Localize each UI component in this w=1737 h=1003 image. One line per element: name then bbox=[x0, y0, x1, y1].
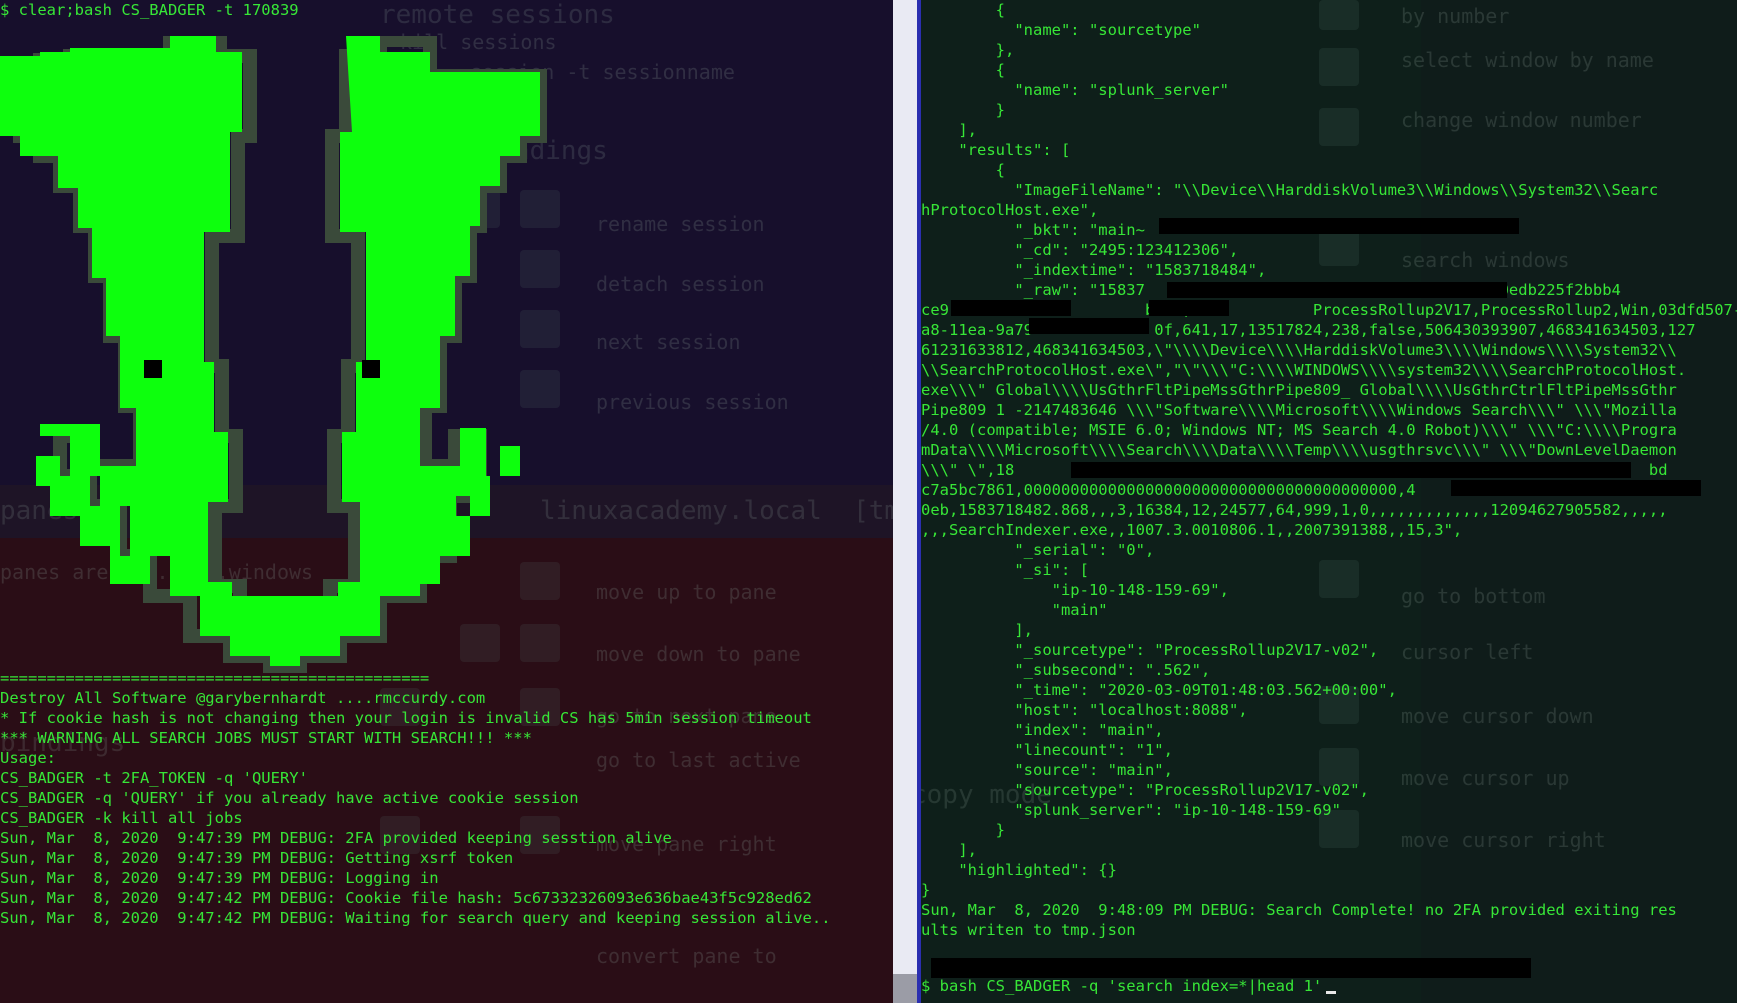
json-output-line: ], bbox=[921, 841, 977, 859]
left-terminal-pane[interactable]: remote sessions kill sessions session -t… bbox=[0, 0, 893, 1003]
json-output-line: { bbox=[921, 61, 1005, 79]
json-output-line: }, bbox=[921, 41, 1015, 59]
left-terminal-output: ========================================… bbox=[0, 668, 831, 928]
json-output-line: mData\\\\Microsoft\\\\Search\\\\Data\\\\… bbox=[921, 441, 1677, 459]
badger-left-eye bbox=[144, 360, 162, 378]
json-output-line: ults writen to tmp.json bbox=[921, 921, 1136, 939]
cookie-warning-line: * If cookie hash is not changing then yo… bbox=[0, 709, 812, 727]
json-output-line: } bbox=[921, 821, 1005, 839]
redaction-bar bbox=[1071, 462, 1631, 478]
debug-line: Sun, Mar 8, 2020 9:47:39 PM DEBUG: 2FA p… bbox=[0, 829, 672, 847]
usage-kill-line: CS_BADGER -k kill all jobs bbox=[0, 809, 243, 827]
command-line: $ clear;bash CS_BADGER -t 170839 bbox=[0, 1, 299, 19]
debug-line: Sun, Mar 8, 2020 9:47:39 PM DEBUG: Loggi… bbox=[0, 869, 439, 887]
json-output-line: /4.0 (compatible; MSIE 6.0; Windows NT; … bbox=[921, 421, 1677, 439]
left-scrollbar-thumb[interactable] bbox=[893, 974, 917, 1003]
debug-line: Sun, Mar 8, 2020 9:47:39 PM DEBUG: Getti… bbox=[0, 849, 514, 867]
debug-line: Sun, Mar 8, 2020 9:47:42 PM DEBUG: Cooki… bbox=[0, 889, 812, 907]
search-warning-line: *** WARNING ALL SEARCH JOBS MUST START W… bbox=[0, 729, 532, 747]
bg-detach-session: detach session bbox=[596, 272, 765, 296]
json-output-line: "_si": [ bbox=[921, 561, 1089, 579]
json-output-line: } bbox=[921, 101, 1005, 119]
json-output-line: 61231633812,468341634503,\"\\\\Device\\\… bbox=[921, 341, 1677, 359]
json-output-line: "name": "splunk_server" bbox=[921, 81, 1229, 99]
redaction-bar bbox=[951, 300, 1071, 316]
credit-line: Destroy All Software @garybernhardt ....… bbox=[0, 689, 486, 707]
json-output-line: "ImageFileName": "\\Device\\HarddiskVolu… bbox=[921, 181, 1659, 199]
prompt-text: $ bash CS_BADGER -q 'search index=*|head… bbox=[921, 977, 1323, 995]
redaction-bar bbox=[931, 958, 1531, 978]
json-output-line: "sourcetype": "ProcessRollup2V17-v02", bbox=[921, 781, 1369, 799]
json-output-line: "main" bbox=[921, 601, 1108, 619]
debug-line: Sun, Mar 8, 2020 9:47:42 PM DEBUG: Waiti… bbox=[0, 909, 831, 927]
redaction-bar bbox=[1167, 282, 1507, 298]
json-output-line: "linecount": "1", bbox=[921, 741, 1173, 759]
json-output-line: { bbox=[921, 1, 1005, 19]
bg-rename-session: rename session bbox=[596, 212, 765, 236]
json-output-line: ], bbox=[921, 621, 1033, 639]
bg-move-down: move down to pane bbox=[596, 642, 801, 666]
redaction-bar bbox=[1159, 218, 1519, 234]
pane-divider[interactable] bbox=[893, 0, 917, 1003]
bg-remote-sessions: remote sessions bbox=[380, 0, 615, 30]
redaction-bar bbox=[1029, 318, 1149, 334]
json-output-line: { bbox=[921, 161, 1005, 179]
redaction-bar bbox=[1451, 480, 1701, 496]
json-output-line: "index": "main", bbox=[921, 721, 1164, 739]
json-output-line: } bbox=[921, 881, 931, 899]
separator-line: ========================================… bbox=[0, 669, 430, 687]
json-output-line: \\SearchProtocolHost.exe\","\"\\\"C:\\\\… bbox=[921, 361, 1687, 379]
bg-next-session: next session bbox=[596, 330, 741, 354]
json-output-line: "_subsecond": ".562", bbox=[921, 661, 1211, 679]
bg-move-up: move up to pane bbox=[596, 580, 777, 604]
json-output-line: "_cd": "2495:123412306", bbox=[921, 241, 1239, 259]
right-terminal-pane[interactable]: select window by name change window numb… bbox=[921, 0, 1737, 1003]
text-cursor bbox=[1326, 991, 1337, 994]
json-output-line: "name": "sourcetype" bbox=[921, 21, 1201, 39]
redaction-bar bbox=[1149, 300, 1229, 316]
badger-body bbox=[0, 36, 540, 666]
bg-convert-pane: convert pane to bbox=[596, 944, 777, 968]
usage-line: Usage: bbox=[0, 749, 56, 767]
json-output-line: "_indextime": "1583718484", bbox=[921, 261, 1267, 279]
json-output-line: "source": "main", bbox=[921, 761, 1173, 779]
json-output-line: "splunk_server": "ip-10-148-159-69" bbox=[921, 801, 1341, 819]
json-output-line: "highlighted": {} bbox=[921, 861, 1117, 879]
json-output-line: hProtocolHost.exe", bbox=[921, 201, 1099, 219]
usage-token-line: CS_BADGER -t 2FA_TOKEN -q 'QUERY' bbox=[0, 769, 308, 787]
json-output-line: "results": [ bbox=[921, 141, 1071, 159]
json-output-line: ,,,SearchIndexer.exe,,1007.3.0010806.1,,… bbox=[921, 521, 1463, 539]
json-output-line: "_serial": "0", bbox=[921, 541, 1155, 559]
json-output-line: ], bbox=[921, 121, 977, 139]
json-output-line: "_time": "2020-03-09T01:48:03.562+00:00"… bbox=[921, 681, 1397, 699]
json-output-line: Sun, Mar 8, 2020 9:48:09 PM DEBUG: Searc… bbox=[921, 901, 1677, 919]
json-output-line: "_sourcetype": "ProcessRollup2V17-v02", bbox=[921, 641, 1379, 659]
command-prompt[interactable]: $ bash CS_BADGER -q 'search index=*|head… bbox=[921, 976, 1337, 996]
json-output-line: Pipe809 1 -2147483646 \\\"Software\\\\Mi… bbox=[921, 401, 1677, 419]
usage-query-line: CS_BADGER -q 'QUERY' if you already have… bbox=[0, 789, 579, 807]
json-output-line: "host": "localhost:8088", bbox=[921, 701, 1248, 719]
json-output-line: exe\\\" Global\\\\UsGthrFltPipeMssGthrPi… bbox=[921, 381, 1677, 399]
badger-ascii-art bbox=[0, 36, 547, 673]
badger-right-eye bbox=[362, 360, 380, 378]
bg-previous-session: previous session bbox=[596, 390, 789, 414]
json-output-line: 0eb,1583718482.868,,,3,16384,12,24577,64… bbox=[921, 501, 1668, 519]
json-output-line: "ip-10-148-159-69", bbox=[921, 581, 1229, 599]
